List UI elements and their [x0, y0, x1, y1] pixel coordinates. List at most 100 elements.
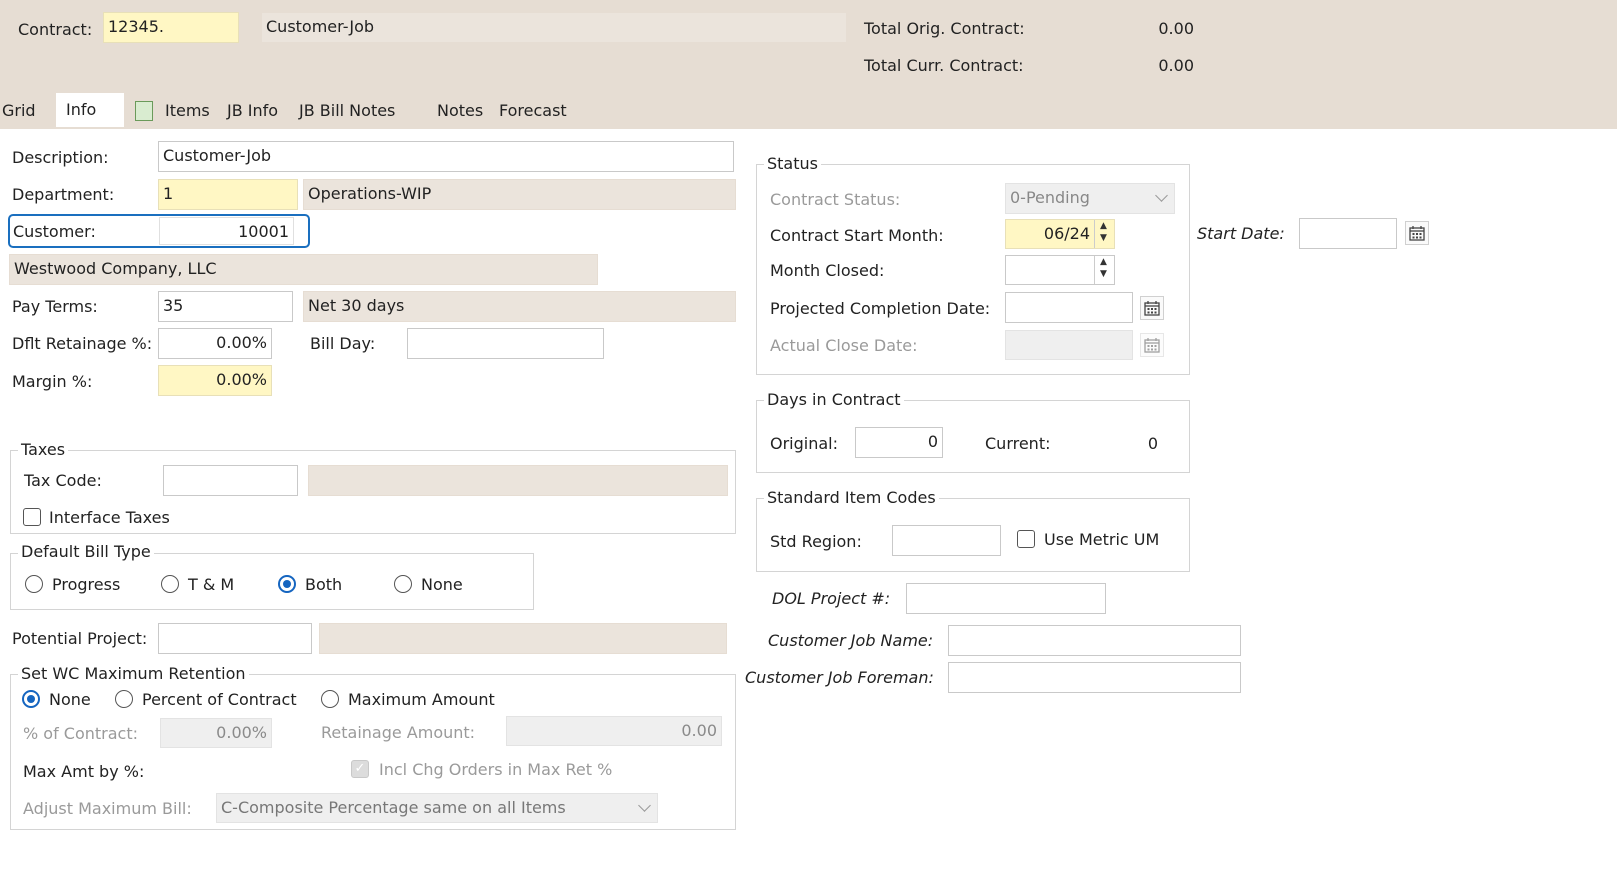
max-amt-label: Max Amt by %: [23, 762, 145, 781]
customer-label: Customer: [13, 222, 96, 241]
original-field[interactable]: 0 [855, 427, 943, 458]
tab-jb-bill-notes[interactable]: JB Bill Notes [299, 96, 397, 126]
customer-field[interactable]: 10001 [159, 217, 294, 245]
margin-field[interactable]: 0.00% [158, 365, 272, 396]
potential-project-description [319, 623, 727, 654]
bill-type-tm-label: T & M [188, 575, 235, 594]
use-metric-label: Use Metric UM [1044, 530, 1160, 549]
wc-none-label: None [49, 690, 91, 709]
actual-close-field [1005, 330, 1133, 360]
bill-type-tm-radio[interactable] [161, 575, 179, 593]
dol-project-label: DOL Project #: [772, 589, 891, 608]
description-field[interactable]: Customer-Job [158, 141, 734, 172]
calendar-icon[interactable] [1140, 296, 1164, 320]
incl-chg-orders-checkbox[interactable]: ✓ [351, 760, 369, 778]
spin-down-icon[interactable]: ▼ [1095, 268, 1112, 280]
customer-job-name-label: Customer Job Name: [768, 631, 934, 650]
contract-status-label: Contract Status: [770, 190, 901, 209]
tax-code-description [308, 465, 728, 496]
bill-type-none-radio[interactable] [394, 575, 412, 593]
start-date-label: Start Date: [1197, 224, 1285, 243]
total-curr-label: Total Curr. Contract: [864, 56, 1024, 75]
interface-taxes-label: Interface Taxes [49, 508, 170, 527]
use-metric-checkbox[interactable] [1017, 530, 1035, 548]
department-description: Operations-WIP [303, 179, 736, 210]
std-region-label: Std Region: [770, 532, 862, 551]
status-title: Status [764, 154, 821, 174]
tab-notes[interactable]: Notes [437, 96, 487, 126]
days-title: Days in Contract [764, 390, 904, 410]
interface-taxes-checkbox[interactable] [23, 508, 41, 526]
month-closed-spinner[interactable]: ▲ ▼ [1094, 256, 1112, 284]
std-codes-title: Standard Item Codes [764, 488, 939, 508]
department-label: Department: [12, 185, 115, 204]
contract-status-dropdown[interactable]: 0-Pending [1005, 183, 1175, 214]
retainage-field[interactable]: 0.00% [158, 328, 272, 359]
retainage-label: Dflt Retainage %: [12, 334, 153, 353]
pay-terms-field[interactable]: 35 [158, 291, 293, 322]
projected-completion-label: Projected Completion Date: [770, 299, 991, 318]
calendar-icon[interactable] [1405, 221, 1429, 245]
chevron-down-icon [1155, 189, 1168, 202]
potential-project-field[interactable] [158, 623, 312, 654]
bill-day-label: Bill Day: [310, 334, 376, 353]
wc-percent-label: Percent of Contract [142, 690, 297, 709]
bill-day-field[interactable] [407, 328, 604, 359]
spin-up-icon[interactable]: ▲ [1095, 256, 1112, 268]
actual-close-label: Actual Close Date: [770, 336, 918, 355]
adjust-max-dropdown[interactable]: C-Composite Percentage same on all Items [216, 793, 658, 823]
chevron-down-icon [638, 799, 651, 812]
adjust-max-label: Adjust Maximum Bill: [23, 799, 192, 818]
current-label: Current: [985, 434, 1051, 453]
spin-up-icon[interactable]: ▲ [1095, 220, 1112, 232]
calendar-icon [1140, 333, 1164, 357]
wc-percent-radio[interactable] [115, 690, 133, 708]
department-field[interactable]: 1 [158, 179, 298, 210]
description-label: Description: [12, 148, 109, 167]
tab-forecast[interactable]: Forecast [499, 96, 571, 126]
customer-job-foreman-field[interactable] [948, 662, 1241, 693]
taxes-title: Taxes [18, 440, 69, 460]
tab-grid[interactable]: Grid [0, 96, 57, 126]
wc-retention-title: Set WC Maximum Retention [18, 664, 249, 684]
adjust-max-value: C-Composite Percentage same on all Items [221, 798, 566, 817]
bill-type-progress-label: Progress [52, 575, 121, 594]
pct-contract-label: % of Contract: [23, 724, 139, 743]
bill-type-both-label: Both [305, 575, 343, 594]
wc-maximum-radio[interactable] [321, 690, 339, 708]
bill-type-none-label: None [421, 575, 463, 594]
bill-type-both-radio[interactable] [278, 575, 296, 593]
original-label: Original: [770, 434, 838, 453]
retainage-amount-field: 0.00 [506, 716, 722, 746]
contract-status-value: 0-Pending [1010, 188, 1090, 207]
current-value: 0 [1147, 434, 1158, 453]
potential-project-label: Potential Project: [12, 629, 148, 648]
pct-contract-field: 0.00% [160, 718, 272, 748]
start-date-field[interactable] [1299, 218, 1397, 249]
bill-type-title: Default Bill Type [18, 542, 154, 562]
start-month-spinner[interactable]: ▲ ▼ [1094, 220, 1112, 248]
tax-code-label: Tax Code: [24, 471, 102, 490]
customer-job-foreman-label: Customer Job Foreman: [745, 668, 934, 687]
wc-maximum-label: Maximum Amount [348, 690, 495, 709]
retainage-amount-label: Retainage Amount: [321, 723, 476, 742]
contract-field[interactable]: 12345. [103, 12, 239, 43]
std-region-field[interactable] [892, 525, 1001, 556]
total-orig-label: Total Orig. Contract: [864, 19, 1025, 38]
spin-down-icon[interactable]: ▼ [1095, 232, 1112, 244]
customer-job-name-field[interactable] [948, 625, 1241, 656]
start-month-label: Contract Start Month: [770, 226, 944, 245]
dol-project-field[interactable] [906, 583, 1106, 614]
bill-type-progress-radio[interactable] [25, 575, 43, 593]
tab-info[interactable]: Info [56, 93, 124, 127]
tax-code-field[interactable] [163, 465, 298, 496]
customer-name: Westwood Company, LLC [9, 254, 598, 285]
wc-none-radio[interactable] [22, 690, 40, 708]
contract-description: Customer-Job [261, 12, 847, 43]
tab-items[interactable]: Items [165, 96, 217, 126]
contract-label: Contract: [18, 20, 93, 39]
pay-terms-description: Net 30 days [303, 291, 736, 322]
items-tab-icon [135, 101, 153, 121]
projected-completion-field[interactable] [1005, 292, 1133, 323]
tab-jb-info[interactable]: JB Info [227, 96, 289, 126]
